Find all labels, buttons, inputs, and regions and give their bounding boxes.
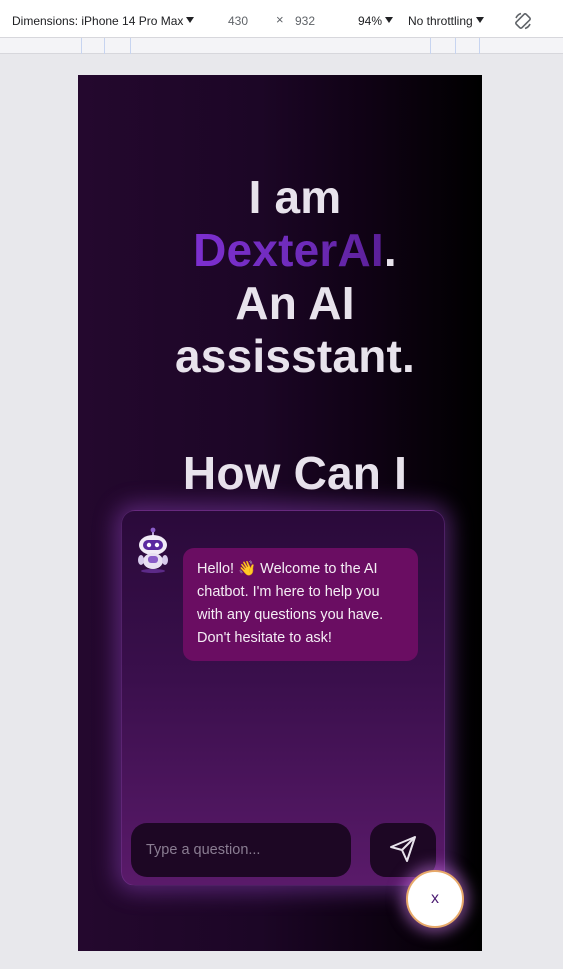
hero-line-intro: I am bbox=[248, 171, 342, 223]
paper-plane-icon bbox=[388, 834, 418, 867]
zoom-select[interactable]: 94% bbox=[358, 13, 394, 29]
hero-heading: I am DexterAI. An AI assisstant. How Can… bbox=[78, 171, 482, 500]
bot-welcome-message: Hello! 👋 Welcome to the AI chatbot. I'm … bbox=[183, 548, 418, 661]
send-button[interactable] bbox=[370, 823, 436, 877]
device-dimensions-label: Dimensions: iPhone 14 Pro Max bbox=[12, 14, 184, 28]
brand-name: DexterAI bbox=[193, 224, 384, 276]
brand-suffix: . bbox=[383, 224, 397, 276]
viewport-height-input[interactable]: 932 bbox=[295, 13, 315, 29]
chevron-down-icon bbox=[475, 17, 484, 23]
devtools-toolbar: Dimensions: iPhone 14 Pro Max 430 × 932 … bbox=[0, 0, 563, 38]
ruler-tick bbox=[104, 38, 105, 54]
ruler-tick bbox=[455, 38, 456, 54]
throttling-label: No throttling bbox=[408, 14, 473, 28]
device-viewport: I am DexterAI. An AI assisstant. How Can… bbox=[78, 75, 482, 951]
throttling-select[interactable]: No throttling bbox=[408, 13, 484, 29]
zoom-label: 94% bbox=[358, 14, 383, 28]
viewport-width-input[interactable]: 430 bbox=[228, 13, 248, 29]
ruler-tick bbox=[430, 38, 431, 54]
dimension-separator: × bbox=[276, 12, 284, 27]
chevron-down-icon bbox=[186, 17, 195, 23]
ruler-tick bbox=[479, 38, 480, 54]
device-dimensions-select[interactable]: Dimensions: iPhone 14 Pro Max bbox=[12, 13, 195, 29]
close-chat-button[interactable]: x bbox=[406, 870, 464, 928]
hero-line-assistant: assisstant. bbox=[175, 330, 415, 382]
question-input[interactable] bbox=[131, 823, 351, 877]
hero-line-an-ai: An AI bbox=[235, 277, 355, 329]
robot-icon bbox=[136, 527, 174, 573]
chat-panel: Hello! 👋 Welcome to the AI chatbot. I'm … bbox=[121, 510, 445, 886]
hero-line-brand: DexterAI. bbox=[78, 224, 482, 277]
rotate-device-icon[interactable] bbox=[513, 11, 533, 31]
hero-spacer bbox=[78, 383, 482, 447]
ruler-tick bbox=[81, 38, 82, 54]
media-query-ruler bbox=[0, 38, 563, 54]
ruler-tick bbox=[130, 38, 131, 54]
chevron-down-icon bbox=[385, 17, 394, 23]
hero-line-question: How Can I bbox=[182, 447, 408, 499]
